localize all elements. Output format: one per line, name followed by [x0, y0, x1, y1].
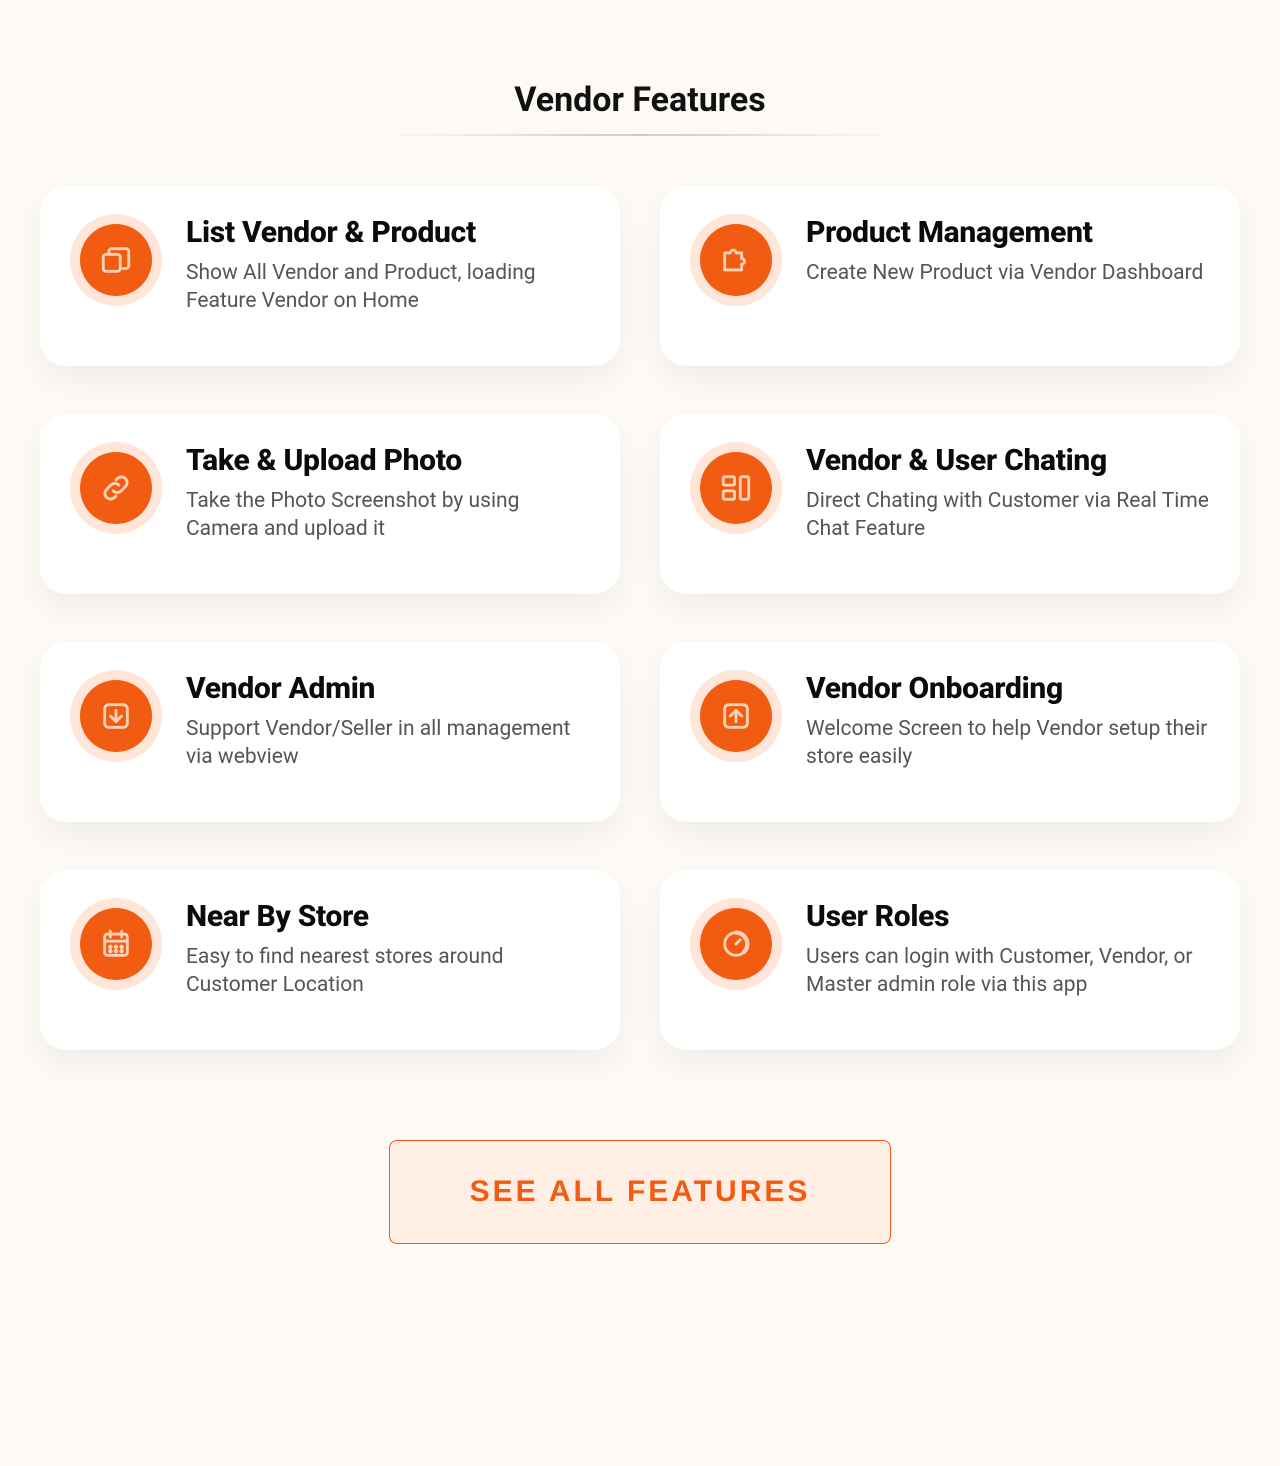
feature-card: User Roles Users can login with Customer… [660, 870, 1240, 1050]
calendar-icon [80, 908, 152, 980]
gauge-icon [700, 908, 772, 980]
feature-card: Vendor Onboarding Welcome Screen to help… [660, 642, 1240, 822]
icon-wrap [70, 214, 162, 306]
icon-wrap [70, 898, 162, 990]
section-title: Vendor Features [40, 80, 1240, 120]
icon-wrap [690, 214, 782, 306]
see-all-features-button[interactable]: SEE ALL FEATURES [389, 1140, 892, 1244]
link-icon [80, 452, 152, 524]
feature-desc: Welcome Screen to help Vendor setup thei… [806, 715, 1210, 772]
layers-icon [80, 224, 152, 296]
feature-card: Near By Store Easy to find nearest store… [40, 870, 620, 1050]
feature-title: Vendor & User Chating [806, 444, 1210, 479]
feature-title: Take & Upload Photo [186, 444, 590, 479]
feature-desc: Support Vendor/Seller in all management … [186, 715, 590, 772]
icon-wrap [690, 670, 782, 762]
feature-desc: Easy to find nearest stores around Custo… [186, 943, 590, 1000]
feature-title: List Vendor & Product [186, 216, 590, 251]
feature-card: Product Management Create New Product vi… [660, 186, 1240, 366]
icon-wrap [70, 670, 162, 762]
feature-desc: Show All Vendor and Product, loading Fea… [186, 259, 590, 316]
feature-card: Take & Upload Photo Take the Photo Scree… [40, 414, 620, 594]
feature-card: List Vendor & Product Show All Vendor an… [40, 186, 620, 366]
icon-wrap [70, 442, 162, 534]
feature-card: Vendor Admin Support Vendor/Seller in al… [40, 642, 620, 822]
icon-wrap [690, 898, 782, 990]
feature-desc: Create New Product via Vendor Dashboard [806, 259, 1210, 287]
features-grid: List Vendor & Product Show All Vendor an… [40, 186, 1240, 1050]
icon-wrap [690, 442, 782, 534]
upload-icon [700, 680, 772, 752]
feature-title: Near By Store [186, 900, 590, 935]
feature-title: Vendor Admin [186, 672, 590, 707]
grid-icon [700, 452, 772, 524]
title-underline [400, 134, 880, 136]
feature-title: Product Management [806, 216, 1210, 251]
download-icon [80, 680, 152, 752]
feature-title: Vendor Onboarding [806, 672, 1210, 707]
feature-card: Vendor & User Chating Direct Chating wit… [660, 414, 1240, 594]
feature-title: User Roles [806, 900, 1210, 935]
feature-desc: Take the Photo Screenshot by using Camer… [186, 487, 590, 544]
puzzle-icon [700, 224, 772, 296]
feature-desc: Direct Chating with Customer via Real Ti… [806, 487, 1210, 544]
feature-desc: Users can login with Customer, Vendor, o… [806, 943, 1210, 1000]
